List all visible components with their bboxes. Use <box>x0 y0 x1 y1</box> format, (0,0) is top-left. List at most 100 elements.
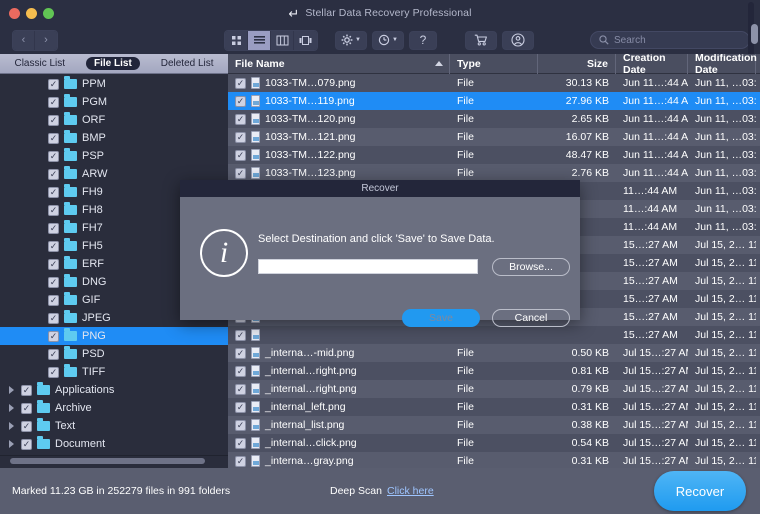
table-row[interactable]: ✓ _internal_list.png File 0.38 KB Jul 15…:27… <box>228 416 760 434</box>
sidebar-item-document[interactable]: ✓ Document <box>0 435 228 453</box>
recover-button[interactable]: Recover <box>654 471 746 511</box>
sidebar-item-png[interactable]: ✓ PNG <box>0 327 228 345</box>
row-checkbox[interactable]: ✓ <box>235 347 246 359</box>
sidebar-item-tiff[interactable]: ✓ TIFF <box>0 363 228 381</box>
table-row[interactable]: ✓ 15…:27 AM Jul 15, 2… 11:27 AM <box>228 326 760 344</box>
disclosure-triangle-icon[interactable] <box>9 440 14 448</box>
row-checkbox[interactable]: ✓ <box>235 383 246 395</box>
sidebar-item-checkbox[interactable]: ✓ <box>48 222 59 234</box>
gallery-view-button[interactable] <box>294 30 317 50</box>
sidebar-item-checkbox[interactable]: ✓ <box>48 258 59 270</box>
sidebar-item-checkbox[interactable]: ✓ <box>48 330 59 342</box>
table-row[interactable]: ✓ _interna…gray.png File 0.31 KB Jul 15…:27 … <box>228 452 760 468</box>
table-row[interactable]: ✓ _internal…right.png File 0.79 KB Jul 15…:2… <box>228 380 760 398</box>
tab-file-list[interactable]: File List <box>85 57 140 70</box>
row-checkbox[interactable]: ✓ <box>235 149 246 161</box>
account-button[interactable] <box>501 30 534 50</box>
row-checkbox[interactable]: ✓ <box>235 455 246 467</box>
sidebar-item-text[interactable]: ✓ Text <box>0 417 228 435</box>
table-row[interactable]: ✓ 1033-TM…079.png File 30.13 KB Jun 11…:44 A… <box>228 74 760 92</box>
disclosure-triangle-icon[interactable] <box>9 386 14 394</box>
sidebar-item-checkbox[interactable]: ✓ <box>48 132 59 144</box>
save-button[interactable]: Save <box>402 309 480 327</box>
file-list-vertical-scrollbar-track[interactable] <box>751 22 758 412</box>
column-header-type[interactable]: Type <box>450 54 538 74</box>
sidebar-item-orf[interactable]: ✓ ORF <box>0 111 228 129</box>
sidebar-item-bmp[interactable]: ✓ BMP <box>0 129 228 147</box>
column-header-size[interactable]: Size <box>538 54 616 74</box>
sidebar-item-psp[interactable]: ✓ PSP <box>0 147 228 165</box>
sidebar-item-archive[interactable]: ✓ Archive <box>0 399 228 417</box>
destination-path-input[interactable] <box>258 259 478 274</box>
sidebar-item-checkbox[interactable]: ✓ <box>21 384 32 396</box>
table-row[interactable]: ✓ 1033-TM…119.png File 27.96 KB Jun 11…:44 A… <box>228 92 760 110</box>
cancel-button[interactable]: Cancel <box>492 309 570 327</box>
row-checkbox[interactable]: ✓ <box>235 329 246 341</box>
tab-deleted-list[interactable]: Deleted List <box>153 57 222 70</box>
sidebar-item-checkbox[interactable]: ✓ <box>48 276 59 288</box>
column-view-button[interactable] <box>271 30 294 50</box>
browse-button[interactable]: Browse... <box>492 258 570 276</box>
sidebar-item-checkbox[interactable]: ✓ <box>48 312 59 324</box>
sidebar-item-psd[interactable]: ✓ PSD <box>0 345 228 363</box>
row-checkbox[interactable]: ✓ <box>235 95 246 107</box>
row-checkbox[interactable]: ✓ <box>235 113 246 125</box>
sidebar-item-label: TIFF <box>82 366 106 378</box>
cart-button[interactable] <box>464 30 497 50</box>
table-row[interactable]: ✓ _internal_left.png File 0.31 KB Jul 15…:27… <box>228 398 760 416</box>
icon-view-button[interactable] <box>225 30 248 50</box>
sidebar-item-checkbox[interactable]: ✓ <box>21 402 32 414</box>
column-header-modification-date[interactable]: Modification Date <box>688 54 757 76</box>
forward-button[interactable]: › <box>35 30 57 50</box>
maximize-window-button[interactable] <box>43 7 54 19</box>
disclosure-triangle-icon[interactable] <box>9 422 14 430</box>
sidebar-item-checkbox[interactable]: ✓ <box>48 204 59 216</box>
sidebar-item-checkbox[interactable]: ✓ <box>48 348 59 360</box>
table-row[interactable]: ✓ _internal…right.png File 0.81 KB Jul 15…:2… <box>228 362 760 380</box>
deep-scan-click-here-link[interactable]: Click here <box>387 485 434 497</box>
back-button[interactable]: ‹ <box>13 30 35 50</box>
table-row[interactable]: ✓ _interna…-mid.png File 0.50 KB Jul 15…:27 … <box>228 344 760 362</box>
settings-button[interactable]: ▼ <box>335 30 367 50</box>
row-checkbox[interactable]: ✓ <box>235 131 246 143</box>
sidebar-item-ppm[interactable]: ✓ PPM <box>0 75 228 93</box>
help-button[interactable]: ? <box>408 30 437 50</box>
row-checkbox[interactable]: ✓ <box>235 167 246 179</box>
column-header-file-name[interactable]: File Name <box>228 54 450 74</box>
sidebar-item-checkbox[interactable]: ✓ <box>48 114 59 126</box>
sidebar-item-checkbox[interactable]: ✓ <box>21 420 32 432</box>
cell-type: File <box>457 455 474 467</box>
sidebar-item-checkbox[interactable]: ✓ <box>48 240 59 252</box>
sidebar-item-checkbox[interactable]: ✓ <box>48 96 59 108</box>
sidebar-item-checkbox[interactable]: ✓ <box>48 78 59 90</box>
row-checkbox[interactable]: ✓ <box>235 437 246 449</box>
sidebar-item-applications[interactable]: ✓ Applications <box>0 381 228 399</box>
sidebar-item-checkbox[interactable]: ✓ <box>21 438 32 450</box>
table-row[interactable]: ✓ _internal…click.png File 0.54 KB Jul 15…:2… <box>228 434 760 452</box>
row-checkbox[interactable]: ✓ <box>235 365 246 377</box>
sidebar-horizontal-scrollbar-thumb[interactable] <box>10 458 205 464</box>
search-input[interactable]: Search <box>590 31 750 49</box>
sidebar-item-checkbox[interactable]: ✓ <box>48 366 59 378</box>
sidebar-item-pgm[interactable]: ✓ PGM <box>0 93 228 111</box>
list-view-button[interactable] <box>248 30 271 50</box>
file-list-vertical-scrollbar-thumb[interactable] <box>751 24 758 44</box>
column-header-creation-date[interactable]: Creation Date <box>616 54 688 76</box>
sidebar-item-checkbox[interactable]: ✓ <box>48 150 59 162</box>
row-checkbox[interactable]: ✓ <box>235 401 246 413</box>
chevron-down-icon: ▼ <box>355 37 361 43</box>
close-window-button[interactable] <box>9 7 20 19</box>
tab-classic-list[interactable]: Classic List <box>6 57 73 70</box>
table-row[interactable]: ✓ 1033-TM…120.png File 2.65 KB Jun 11…:44 AM… <box>228 110 760 128</box>
minimize-window-button[interactable] <box>26 7 37 19</box>
search-icon <box>599 35 609 45</box>
sidebar-item-checkbox[interactable]: ✓ <box>48 168 59 180</box>
sidebar-item-checkbox[interactable]: ✓ <box>48 294 59 306</box>
table-row[interactable]: ✓ 1033-TM…121.png File 16.07 KB Jun 11…:44 A… <box>228 128 760 146</box>
row-checkbox[interactable]: ✓ <box>235 419 246 431</box>
disclosure-triangle-icon[interactable] <box>9 404 14 412</box>
sidebar-item-checkbox[interactable]: ✓ <box>48 186 59 198</box>
table-row[interactable]: ✓ 1033-TM…122.png File 48.47 KB Jun 11…:44 A… <box>228 146 760 164</box>
history-button[interactable]: ▼ <box>371 30 404 50</box>
row-checkbox[interactable]: ✓ <box>235 77 246 89</box>
